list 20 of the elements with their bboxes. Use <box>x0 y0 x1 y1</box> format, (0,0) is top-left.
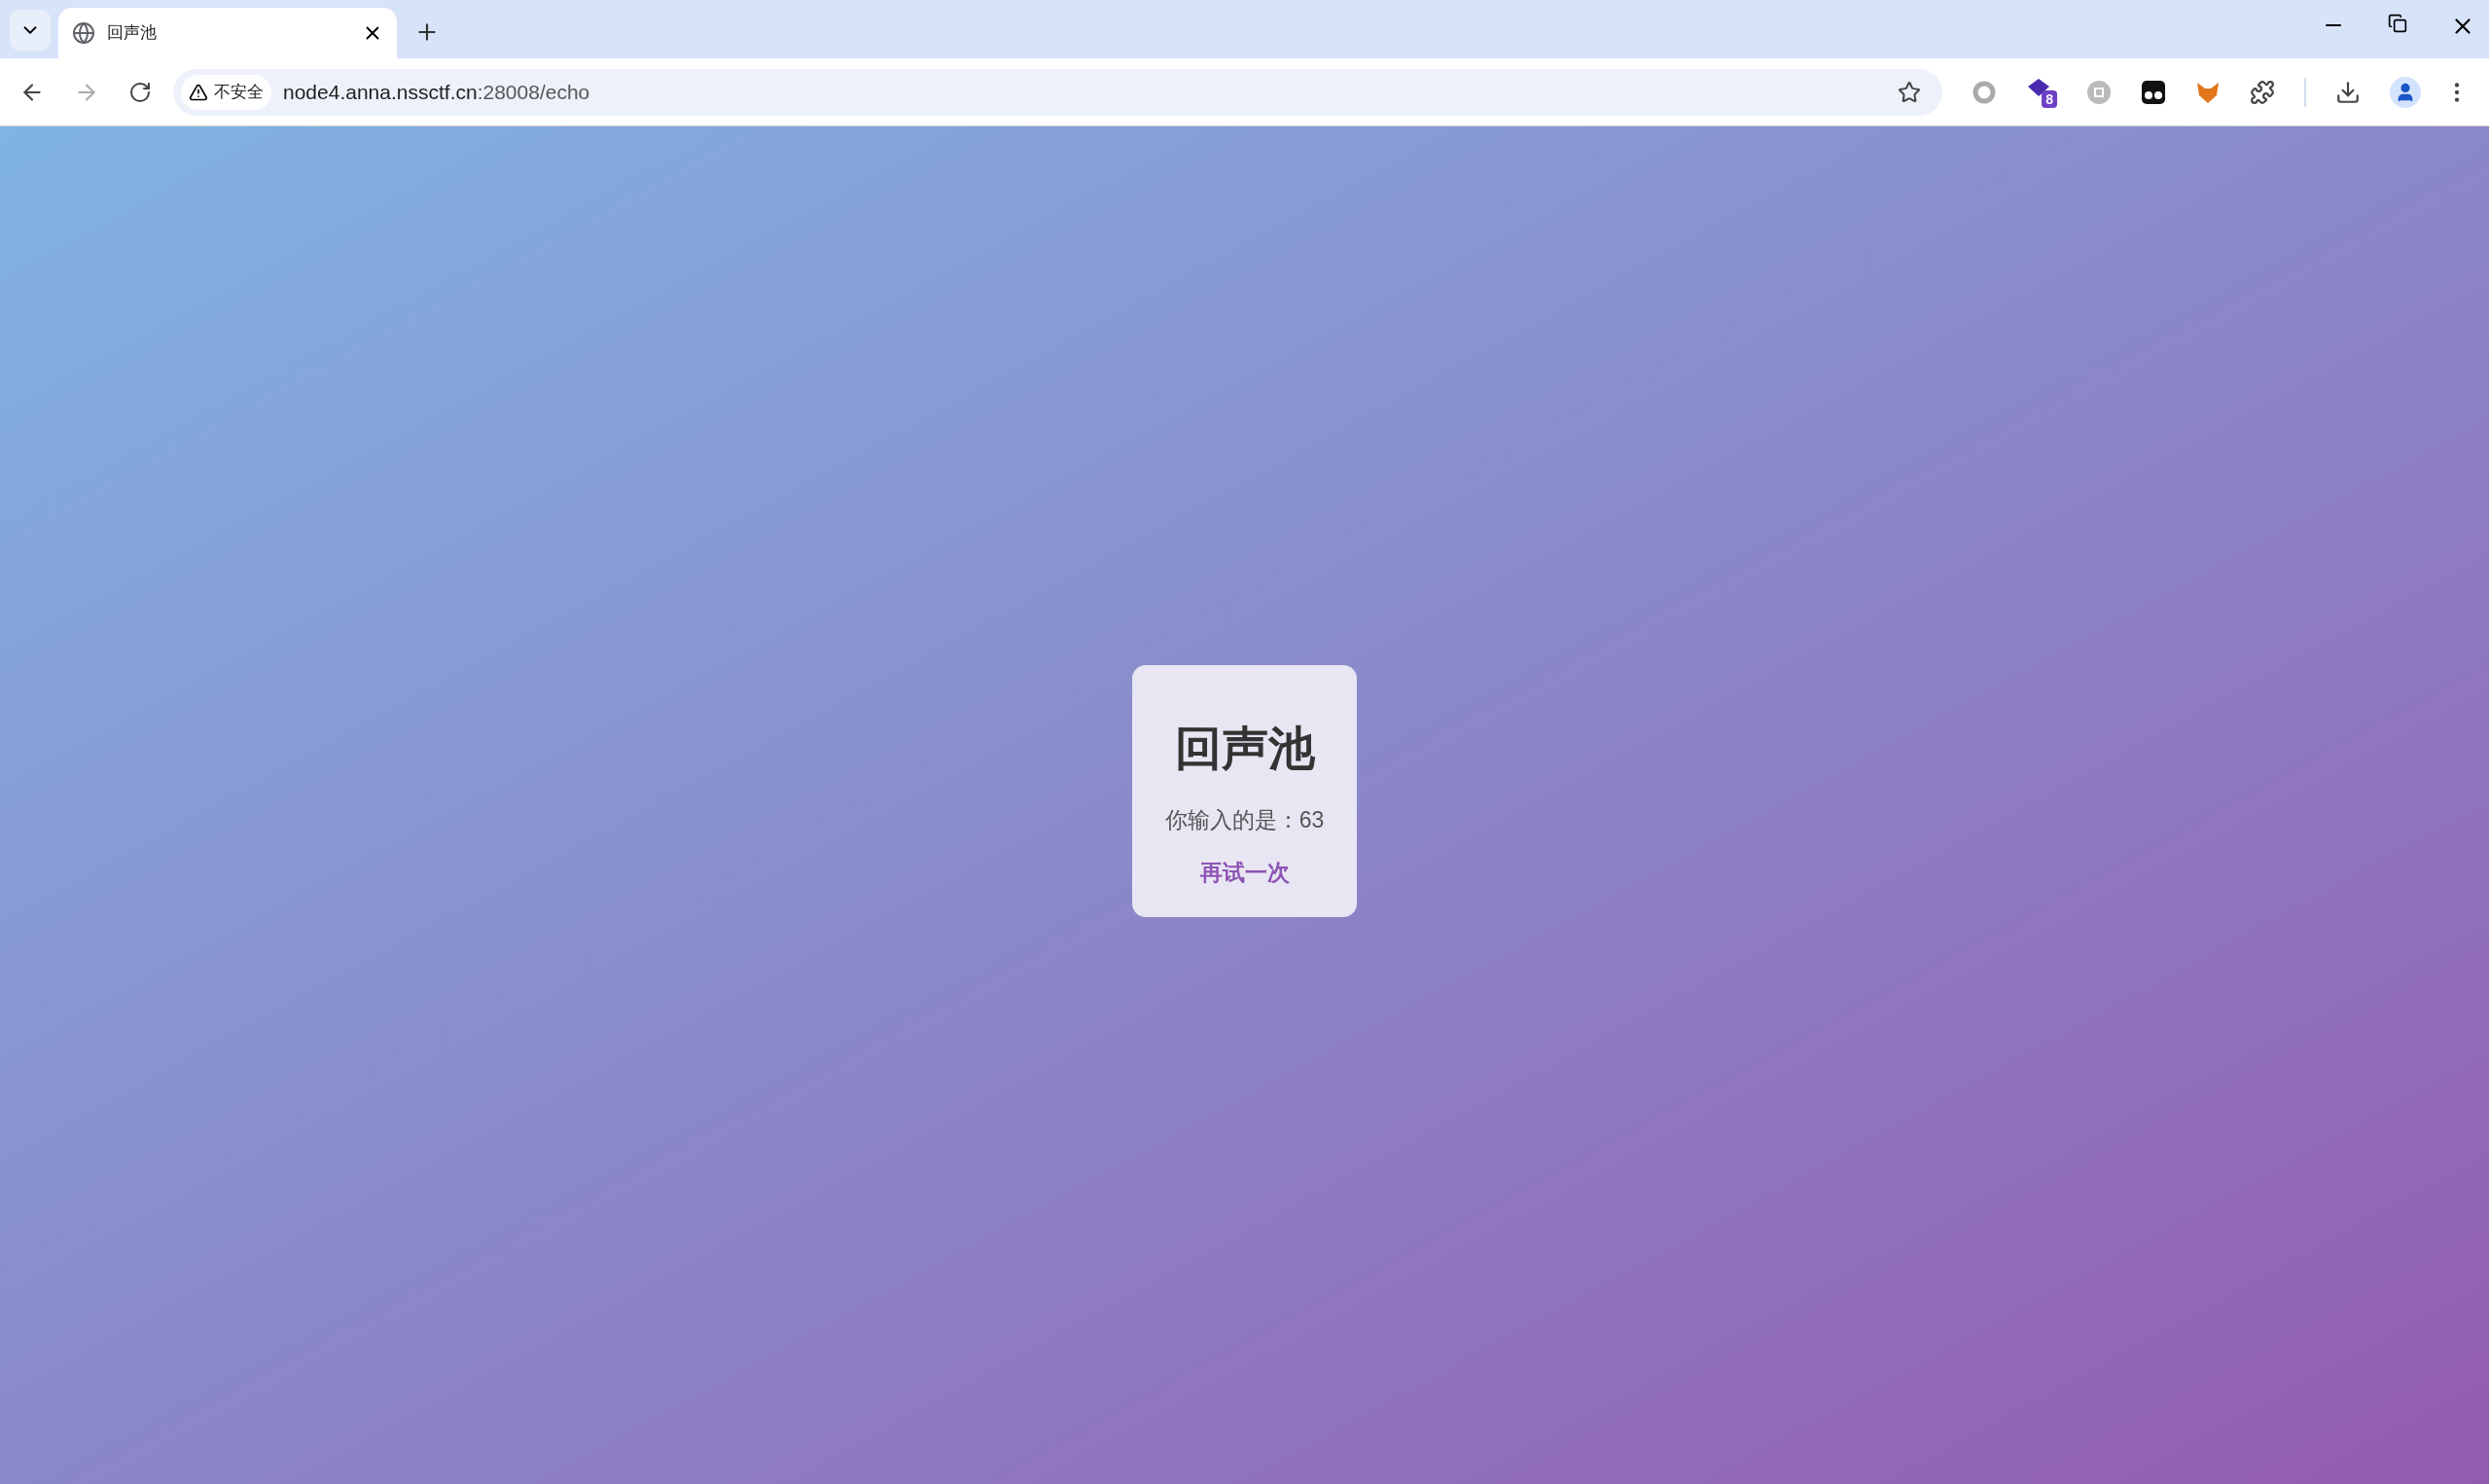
bookmark-star-icon[interactable] <box>1898 80 1921 104</box>
two-dots-icon[interactable] <box>2141 79 2166 105</box>
card-title: 回声池 <box>1174 724 1315 772</box>
restore-icon[interactable] <box>2388 14 2407 33</box>
url-text: node4.anna.nssctf.cn:28008/echo <box>283 79 591 105</box>
reload-icon[interactable] <box>128 80 152 104</box>
globe-icon <box>72 21 95 45</box>
security-chip[interactable]: 不安全 <box>181 74 271 110</box>
security-label: 不安全 <box>214 81 264 103</box>
download-icon[interactable] <box>2335 79 2361 105</box>
echo-message: 你输入的是：63 <box>1164 805 1325 834</box>
warning-icon <box>189 82 208 102</box>
tab-search-button[interactable] <box>10 10 51 51</box>
address-bar[interactable]: 不安全 node4.anna.nssctf.cn:28008/echo <box>173 68 1942 116</box>
profile-avatar[interactable] <box>2390 76 2421 108</box>
puzzle-icon[interactable] <box>2250 79 2275 105</box>
browser-tab[interactable]: 回声池 <box>58 8 397 58</box>
tab-title: 回声池 <box>107 22 158 45</box>
extension-badge: 8 <box>2042 89 2057 108</box>
retry-link[interactable]: 再试一次 <box>1199 856 1290 890</box>
